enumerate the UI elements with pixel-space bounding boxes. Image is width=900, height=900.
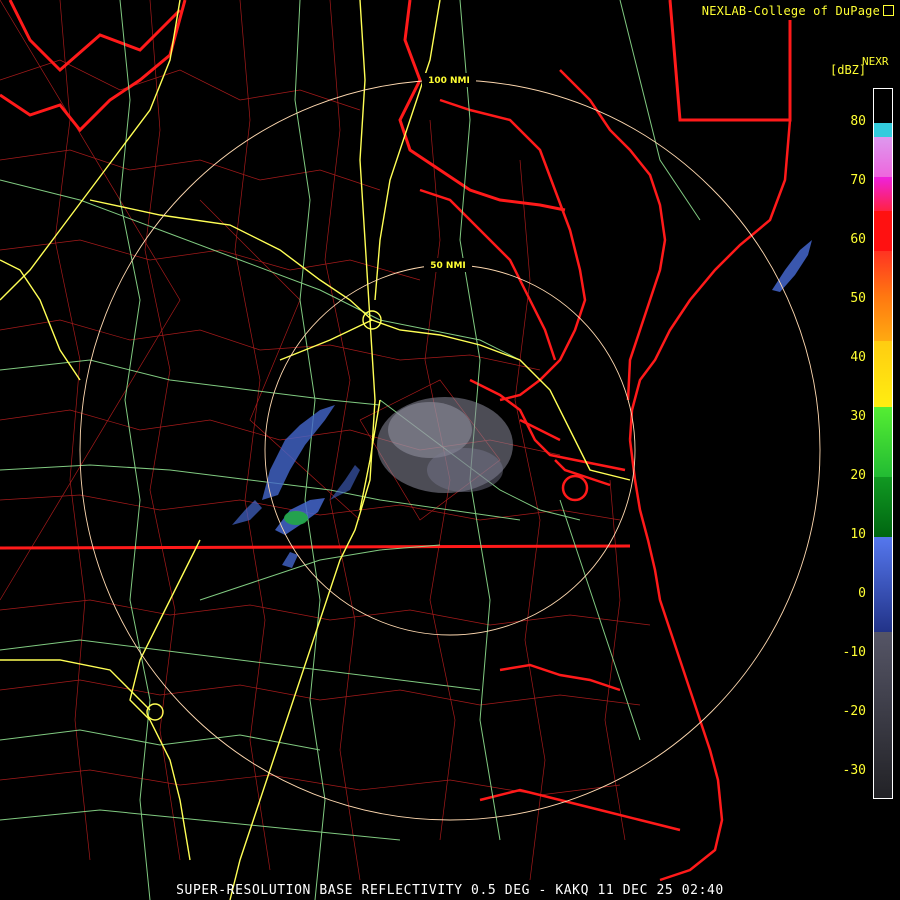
tick-label: 80	[850, 114, 866, 129]
scale-band-red	[874, 211, 892, 251]
county-borders	[0, 0, 651, 881]
product-title: SUPER-RESOLUTION BASE REFLECTIVITY 0.5 D…	[176, 883, 724, 898]
range-ring-50-label: 50 NMI	[430, 261, 466, 271]
tick-label: 50	[850, 291, 866, 306]
scale-band-yellow	[874, 341, 892, 407]
minor-highways	[0, 0, 701, 900]
scale-band-green	[874, 407, 892, 477]
tick-label: 70	[850, 173, 866, 188]
scale-band-cyan	[874, 123, 892, 137]
tick-label: -30	[842, 763, 866, 778]
tick-label: 60	[850, 232, 866, 247]
tick-label: 0	[858, 586, 866, 601]
scale-band-gray	[874, 632, 892, 798]
scale-band-orange	[874, 251, 892, 341]
tick-label: 30	[850, 409, 866, 424]
scale-band-magenta	[874, 177, 892, 211]
color-scale	[873, 88, 893, 799]
tick-label: -20	[842, 704, 866, 719]
credit-label: NEXLAB-College of DuPage	[702, 4, 894, 18]
tick-label: -10	[842, 645, 866, 660]
tick-label: 40	[850, 350, 866, 365]
scale-band-dark-green	[874, 477, 892, 537]
legend-unit: [dBZ]	[830, 63, 867, 77]
scale-band-blue	[874, 537, 892, 632]
scale-band-violet	[874, 137, 892, 177]
scale-band-top	[874, 89, 892, 123]
range-ring-100-label: 100 NMI	[428, 76, 470, 86]
radar-map[interactable]: 50 NMI 100 NMI	[0, 0, 900, 900]
tick-label: 20	[850, 468, 866, 483]
credit-box-icon	[883, 5, 894, 16]
tick-label: 10	[850, 527, 866, 542]
credit-text: NEXLAB-College of DuPage	[701, 4, 880, 18]
